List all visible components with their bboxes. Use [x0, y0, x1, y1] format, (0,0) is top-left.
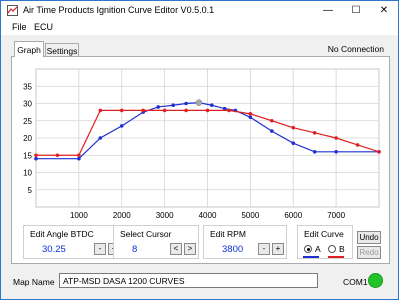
x-tick-label: 3000 — [156, 211, 174, 220]
cursor-prev-button[interactable]: < — [170, 243, 182, 255]
edit-angle-label: Edit Angle BTDC — [30, 229, 94, 239]
app-window: Air Time Products Ignition Curve Editor … — [0, 0, 399, 300]
menu-ecu[interactable]: ECU — [34, 22, 53, 32]
curve-a-label: A — [315, 244, 321, 254]
edit-angle-group: Edit Angle BTDC 30.25 - + — [23, 225, 120, 259]
y-tick-label: 10 — [23, 169, 32, 178]
cursor-next-button[interactable]: > — [184, 243, 196, 255]
x-tick-label: 1000 — [70, 211, 88, 220]
edit-angle-value: 30.25 — [42, 244, 66, 255]
curve-point-b[interactable] — [334, 136, 338, 140]
com-port-label: COM1 — [343, 277, 368, 287]
edit-curve-group: Edit Curve A B — [297, 225, 353, 259]
curve-point-a[interactable] — [184, 101, 188, 106]
connection-status: No Connection — [327, 44, 384, 54]
edit-curve-label: Edit Curve — [304, 229, 344, 239]
rpm-decrement-button[interactable]: - — [258, 243, 270, 255]
curve-point-a[interactable] — [270, 129, 274, 133]
curve-point-a[interactable] — [291, 141, 296, 145]
tab-graph[interactable]: Graph — [14, 41, 44, 57]
edit-rpm-value: 3800 — [222, 244, 244, 255]
curve-b-color-swatch — [328, 256, 344, 258]
y-tick-label: 25 — [23, 117, 32, 126]
curve-point-b[interactable] — [205, 108, 210, 113]
close-button[interactable]: ✕ — [370, 1, 398, 20]
x-tick-label: 4000 — [199, 211, 217, 220]
menu-file[interactable]: File — [12, 22, 27, 32]
curve-point-a[interactable] — [156, 105, 160, 109]
curve-point-a[interactable] — [98, 136, 103, 140]
curve-point-b[interactable] — [248, 112, 253, 116]
curve-point-a[interactable] — [334, 150, 338, 154]
menu-bar: File ECU — [1, 20, 398, 35]
y-tick-label: 30 — [23, 100, 32, 109]
select-cursor-label: Select Cursor — [120, 229, 172, 239]
select-cursor-group: Select Cursor 8 < > — [113, 225, 199, 259]
curve-point-b[interactable] — [291, 125, 296, 130]
curve-point-b[interactable] — [312, 131, 317, 135]
curve-point-b[interactable] — [355, 143, 360, 147]
curve-point-b[interactable] — [377, 150, 381, 154]
curve-point-b[interactable] — [141, 108, 145, 113]
map-name-input[interactable]: ATP-MSD DASA 1200 CURVES — [59, 273, 318, 288]
y-tick-label: 15 — [23, 151, 32, 160]
curve-point-a[interactable] — [312, 150, 317, 154]
curve-point-b[interactable] — [77, 153, 81, 158]
y-tick-label: 5 — [28, 186, 33, 195]
x-tick-label: 2000 — [113, 211, 131, 220]
tab-settings[interactable]: Settings — [45, 43, 79, 57]
curve-point-b[interactable] — [55, 153, 60, 158]
curve-point-a[interactable] — [171, 103, 175, 108]
maximize-button[interactable]: ☐ — [342, 1, 370, 20]
curve-point-b[interactable] — [227, 108, 231, 113]
angle-decrement-button[interactable]: - — [94, 243, 106, 255]
selected-cursor-point[interactable] — [195, 99, 203, 106]
rpm-increment-button[interactable]: + — [272, 243, 284, 255]
edit-rpm-group: Edit RPM 3800 - + — [203, 225, 287, 259]
curve-a-radio[interactable] — [304, 245, 312, 253]
curve-point-b[interactable] — [162, 108, 167, 113]
minimize-button[interactable]: — — [314, 1, 342, 20]
curve-point-a[interactable] — [248, 115, 253, 120]
curve-b-label: B — [339, 244, 345, 254]
curve-point-a[interactable] — [34, 156, 38, 161]
curve-b-radio[interactable] — [328, 245, 336, 253]
curve-point-b[interactable] — [34, 153, 38, 158]
y-tick-label: 35 — [23, 82, 32, 91]
edit-rpm-label: Edit RPM — [210, 229, 246, 239]
window-title: Air Time Products Ignition Curve Editor … — [23, 5, 215, 15]
curve-point-a[interactable] — [209, 103, 214, 108]
curve-point-a[interactable] — [77, 156, 81, 161]
x-tick-label: 7000 — [327, 211, 345, 220]
undo-button[interactable]: Undo — [357, 231, 381, 244]
title-bar[interactable]: Air Time Products Ignition Curve Editor … — [1, 1, 398, 20]
redo-button[interactable]: Redo — [357, 246, 381, 259]
connection-indicator-led — [368, 273, 383, 288]
curve-point-b[interactable] — [270, 118, 274, 123]
map-name-label: Map Name — [13, 277, 55, 287]
curve-point-a[interactable] — [119, 124, 124, 128]
x-tick-label: 6000 — [284, 211, 302, 220]
x-tick-label: 5000 — [241, 211, 259, 220]
curve-point-b[interactable] — [98, 108, 103, 113]
curve-point-b[interactable] — [184, 108, 188, 113]
curve-a-color-swatch — [303, 256, 319, 258]
curve-point-b[interactable] — [119, 108, 124, 113]
app-icon — [7, 5, 18, 16]
select-cursor-value: 8 — [132, 244, 138, 255]
y-tick-label: 20 — [23, 134, 32, 143]
